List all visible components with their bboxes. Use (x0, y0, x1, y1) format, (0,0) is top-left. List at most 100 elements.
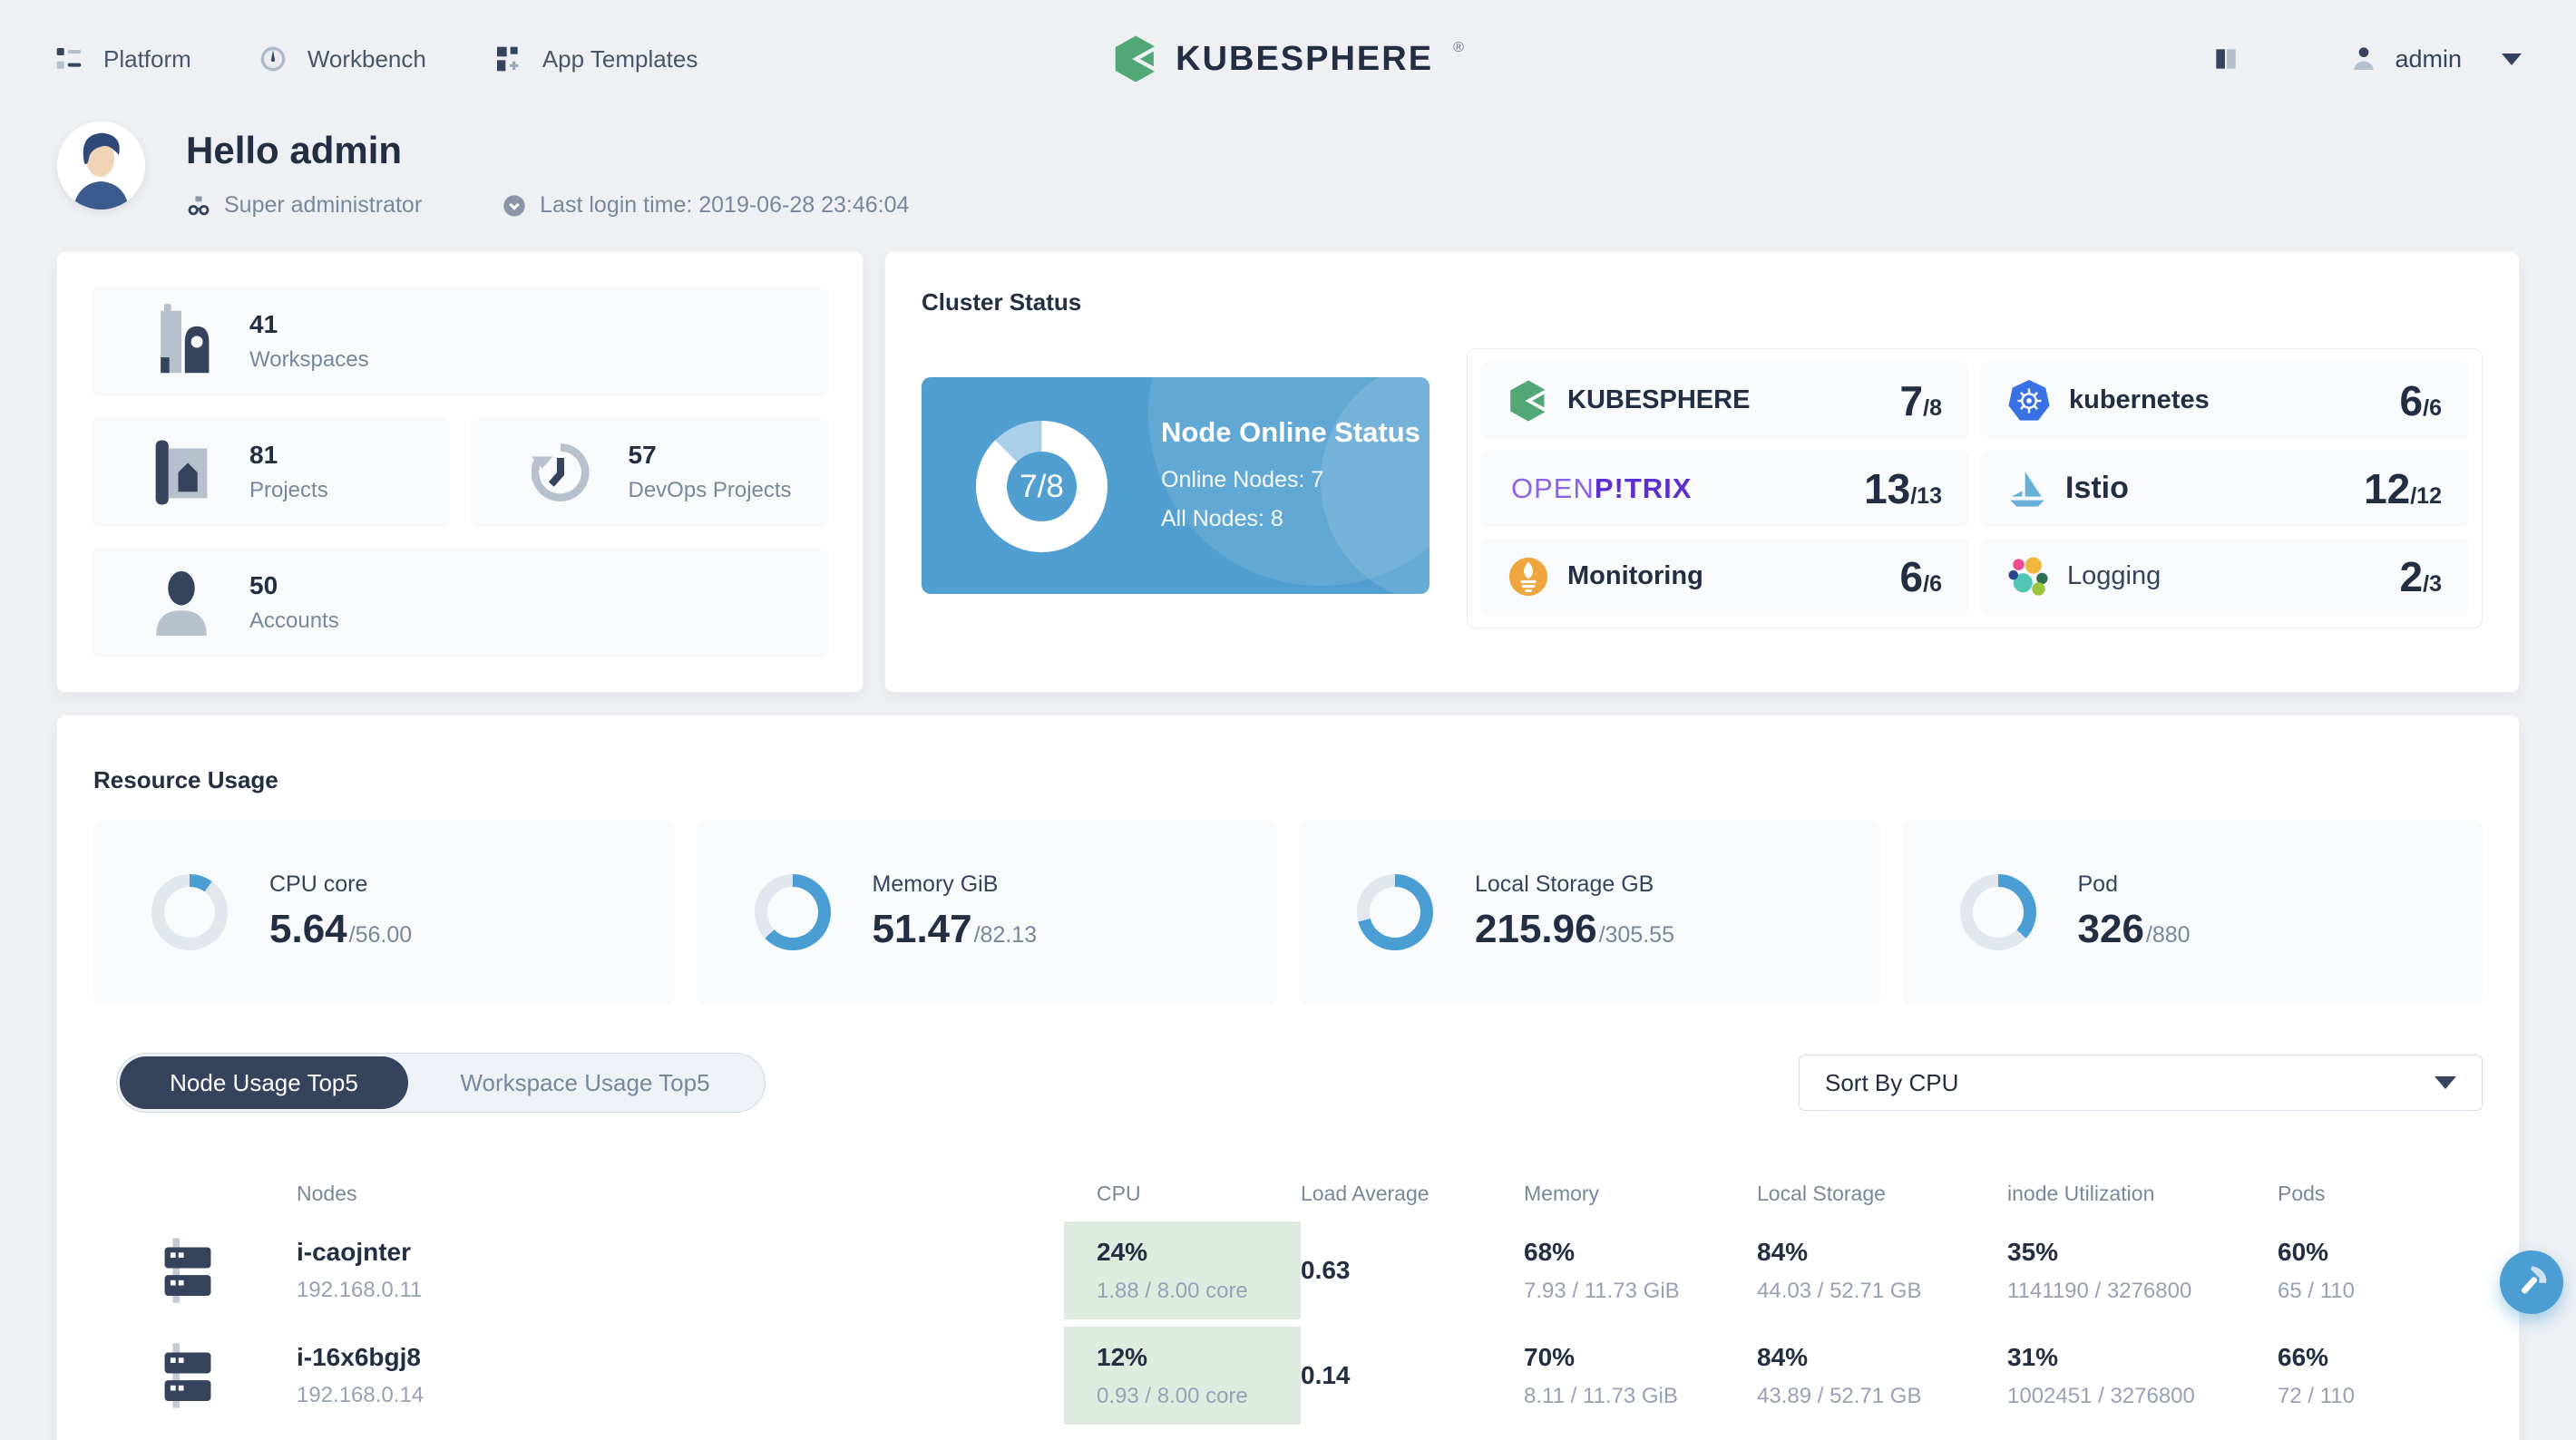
nav-label-app-templates: App Templates (542, 44, 698, 73)
nav-label-platform: Platform (103, 44, 191, 73)
nav-right: admin (2211, 44, 2522, 73)
header-inode-utilization: inode Utilization (2007, 1181, 2155, 1205)
openpitrix-logo-bold: P!TRIX (1594, 472, 1693, 504)
user-menu[interactable]: admin (2349, 44, 2522, 73)
cpu-gauge-card: CPU core 5.64/56.00 (93, 820, 675, 1004)
role-label: Super administrator (224, 192, 423, 218)
avatar (57, 122, 145, 209)
component-name: Monitoring (1567, 561, 1703, 590)
nav-item-app-templates[interactable]: App Templates (493, 44, 698, 73)
storage-gauge-label: Local Storage GB (1475, 871, 1654, 897)
workspaces-count: 41 (249, 310, 278, 338)
pods-cell: 66% 72 / 110 (2278, 1327, 2483, 1425)
pod-used: 326 (2077, 907, 2144, 951)
pod-donut (1959, 873, 2036, 950)
load-average-cell: 0.14 (1301, 1327, 1524, 1425)
header-nodes: Nodes (297, 1181, 357, 1205)
devops-label: DevOps Projects (628, 478, 792, 502)
sort-by-select[interactable]: Sort By CPU (1799, 1055, 2483, 1111)
accounts-tile[interactable]: 50 Accounts (92, 548, 828, 657)
workbench-icon (260, 46, 286, 72)
chevron-down-icon (2502, 53, 2522, 65)
pods-cell: 60% 65 / 110 (2278, 1221, 2483, 1319)
component-denominator: /6 (2423, 394, 2442, 421)
tab-workspace-usage-top5[interactable]: Workspace Usage Top5 (408, 1056, 762, 1109)
projects-count: 81 (249, 441, 278, 469)
cpu-gauge-text: CPU core 5.64/56.00 (269, 871, 412, 952)
online-nodes-line: Online Nodes: 7 (1161, 467, 1324, 492)
cpu-detail: 0.93 / 8.00 core (1097, 1383, 1248, 1408)
node-online-text: Node Online Status Online Nodes: 7 All N… (1161, 414, 1429, 532)
node-row-2[interactable]: i-16x6bgj8 192.168.0.14 12% 0.93 / 8.00 … (93, 1327, 2483, 1425)
greeting-text: Hello admin Super administrator Last log… (186, 122, 909, 219)
header-memory: Memory (1524, 1181, 1600, 1205)
nav-item-platform[interactable]: Platform (54, 44, 191, 73)
kubernetes-icon (2008, 379, 2050, 421)
pods-detail: 65 / 110 (2278, 1278, 2355, 1303)
tab-node-usage-top5[interactable]: Node Usage Top5 (120, 1056, 408, 1109)
openpitrix-logo-thin: OPEN (1511, 472, 1595, 504)
top-nav: Platform Workbench App Templates KUBESPH… (0, 0, 2576, 118)
memory-cell: 70% 8.11 / 11.73 GiB (1524, 1327, 1757, 1425)
last-login-label: Last login time: 2019-06-28 23:46:04 (540, 192, 910, 218)
pods-detail: 72 / 110 (2278, 1383, 2355, 1408)
load-average-value: 0.14 (1301, 1361, 1351, 1389)
cpu-donut (151, 873, 228, 950)
memory-detail: 7.93 / 11.73 GiB (1524, 1278, 1680, 1303)
cpu-cell: 12% 0.93 / 8.00 core (1064, 1327, 1301, 1425)
username: admin (2395, 44, 2462, 73)
workspaces-text: 41 Workspaces (249, 310, 369, 373)
docs-book-icon[interactable] (2211, 44, 2240, 73)
workspaces-icon (141, 303, 222, 380)
local-storage-cell: 84% 44.03 / 52.71 GB (1757, 1221, 2007, 1319)
node-usage-table: Nodes CPU Load Average Memory Local Stor… (93, 1165, 2483, 1425)
memory-used: 51.47 (872, 907, 972, 951)
accounts-count: 50 (249, 571, 278, 599)
workspaces-tile[interactable]: 41 Workspaces (92, 287, 828, 396)
devops-projects-tile[interactable]: 57 DevOps Projects (470, 417, 828, 527)
toolbox-fab-button[interactable] (2500, 1250, 2563, 1314)
component-kubernetes: kubernetes 6/6 (1980, 362, 2469, 439)
nav-label-workbench: Workbench (307, 44, 426, 73)
projects-tile[interactable]: 81 Projects (92, 417, 450, 527)
memory-detail: 8.11 / 11.73 GiB (1524, 1383, 1678, 1408)
cluster-body: 7/8 Node Online Status Online Nodes: 7 A… (922, 348, 2483, 628)
inode-percent: 31% (2007, 1342, 2059, 1371)
cpu-used: 5.64 (269, 907, 347, 951)
last-login-icon (503, 194, 525, 217)
istio-icon (2010, 471, 2044, 507)
brand-text: KUBESPHERE (1176, 39, 1434, 78)
devops-history-icon (520, 443, 601, 501)
cpu-detail: 1.88 / 8.00 core (1097, 1278, 1248, 1303)
kubesphere-logo-mark (1115, 35, 1158, 83)
cpu-percent: 12% (1097, 1342, 1148, 1371)
pod-gauge-text: Pod 326/880 (2078, 871, 2191, 952)
node-online-panel: 7/8 Node Online Status Online Nodes: 7 A… (922, 377, 1429, 594)
component-value: 7/8 (1900, 376, 1942, 425)
role-meta: Super administrator (186, 192, 422, 219)
memory-gauge-text: Memory GiB 51.47/82.13 (873, 871, 1038, 952)
node-row-1[interactable]: i-caojnter 192.168.0.11 24% 1.88 / 8.00 … (93, 1221, 2483, 1319)
openpitrix-logo: OPENP!TRIX (1511, 472, 1692, 505)
node-online-ratio: 7/8 (1020, 468, 1064, 504)
devops-text: 57 DevOps Projects (629, 441, 792, 503)
component-openpitrix: OPENP!TRIX 13/13 (1480, 450, 1969, 527)
memory-gauge-label: Memory GiB (872, 871, 999, 897)
nav-item-workbench[interactable]: Workbench (259, 44, 426, 73)
greeting-title: Hello admin (186, 129, 403, 171)
platform-icon (56, 48, 82, 69)
greeting-section: Hello admin Super administrator Last log… (0, 118, 2576, 219)
sort-by-value: Sort By CPU (1825, 1068, 1959, 1096)
memory-percent: 70% (1524, 1342, 1576, 1371)
node-name: i-16x6bgj8 (297, 1343, 421, 1371)
node-icon-cell (93, 1221, 297, 1319)
component-count: 12 (2364, 464, 2411, 512)
accounts-label: Accounts (249, 608, 339, 633)
component-name: KUBESPHERE (1567, 385, 1751, 414)
header-pods: Pods (2278, 1181, 2326, 1205)
memory-percent: 68% (1524, 1237, 1576, 1266)
inode-percent: 35% (2007, 1237, 2059, 1266)
user-icon (2354, 47, 2375, 70)
component-count: 6 (2399, 376, 2424, 424)
kubesphere-logo[interactable]: KUBESPHERE ® (1112, 35, 1464, 83)
